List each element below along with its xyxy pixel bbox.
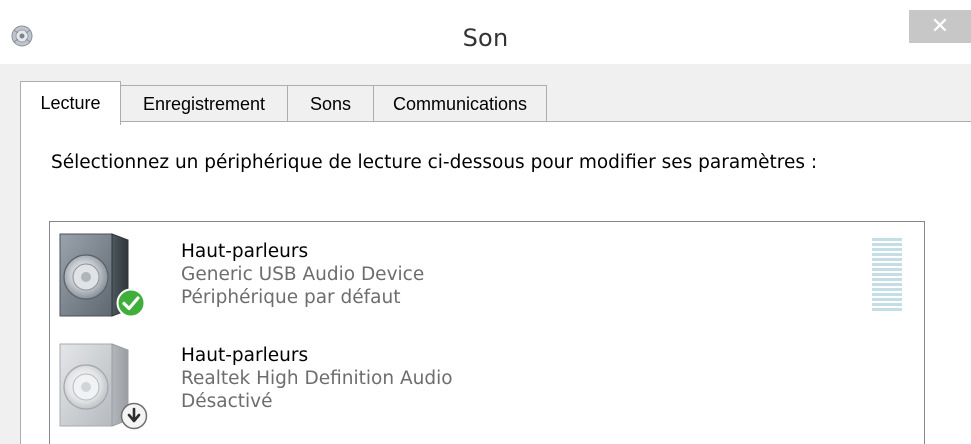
tab-communications[interactable]: Communications <box>373 85 547 123</box>
sound-dialog: Son ✕ Lecture Enregistrement Sons Commun… <box>0 0 971 444</box>
level-meter-bar <box>872 258 902 261</box>
level-meter-bar <box>872 278 902 281</box>
list-item-device-realtek[interactable]: Haut-parleurs Realtek High Definition Au… <box>50 332 924 442</box>
level-meter-bar <box>872 248 902 251</box>
close-button[interactable]: ✕ <box>909 10 971 43</box>
level-meter-bar <box>872 283 902 286</box>
level-meter-bar <box>872 268 902 271</box>
level-meter-bar <box>872 253 902 256</box>
green-check-icon <box>116 288 146 318</box>
instruction-text: Sélectionnez un périphérique de lecture … <box>51 152 818 173</box>
level-meter-bar <box>872 273 902 276</box>
device-name: Haut-parleurs <box>181 345 309 366</box>
device-status: Périphérique par défaut <box>181 287 401 308</box>
device-driver: Generic USB Audio Device <box>181 264 425 285</box>
level-meter-bar <box>872 303 902 306</box>
window-title: Son <box>462 24 509 52</box>
tab-panel-lecture: Sélectionnez un périphérique de lecture … <box>20 121 971 444</box>
level-meter-bar <box>872 293 902 296</box>
device-status: Désactivé <box>181 391 273 412</box>
tab-lecture[interactable]: Lecture <box>20 81 121 125</box>
title-bar[interactable]: Son ✕ <box>0 0 971 64</box>
playback-device-list[interactable]: Haut-parleurs Generic USB Audio Device P… <box>49 221 925 444</box>
tab-sons[interactable]: Sons <box>287 85 374 123</box>
device-name: Haut-parleurs <box>181 241 309 262</box>
speaker-icon <box>59 233 129 317</box>
level-meter-bar <box>872 288 902 291</box>
level-meter-bar <box>872 263 902 266</box>
level-meter-bar <box>872 243 902 246</box>
device-driver: Realtek High Definition Audio <box>181 368 453 389</box>
device-info: Haut-parleurs Realtek High Definition Au… <box>181 344 453 413</box>
disabled-arrow-icon <box>120 402 148 430</box>
tab-enregistrement[interactable]: Enregistrement <box>120 85 288 123</box>
device-info: Haut-parleurs Generic USB Audio Device P… <box>181 240 424 309</box>
close-icon: ✕ <box>930 14 950 39</box>
level-meter-bar <box>872 298 902 301</box>
level-meter-bar <box>872 238 902 241</box>
volume-level-meter <box>872 238 902 311</box>
level-meter-bar <box>872 308 902 311</box>
list-item-device-usb[interactable]: Haut-parleurs Generic USB Audio Device P… <box>50 222 924 332</box>
